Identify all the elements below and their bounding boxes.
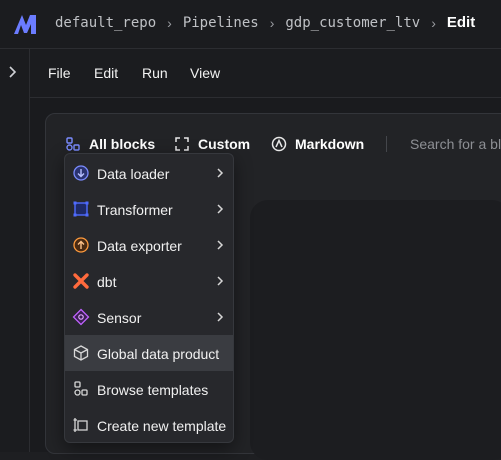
markdown-label: Markdown: [295, 136, 365, 152]
menu-run[interactable]: Run: [142, 65, 168, 81]
dropdown-item-label: Data exporter: [97, 238, 182, 254]
dropdown-item-transformer[interactable]: Transformer: [65, 191, 233, 227]
all-blocks-dropdown: Data loader Transformer Data exporter db…: [64, 153, 234, 443]
block-search-input[interactable]: Search for a bl: [410, 136, 501, 152]
data-loader-icon: [73, 165, 89, 181]
transformer-icon: [73, 201, 89, 217]
dropdown-item-dbt[interactable]: dbt: [65, 263, 233, 299]
dropdown-item-label: Sensor: [97, 310, 142, 326]
dropdown-item-label: dbt: [97, 274, 117, 290]
sensor-icon: [72, 308, 90, 326]
block-preview-area: [250, 200, 501, 460]
breadcrumb: default_repo › Pipelines › gdp_customer_…: [55, 14, 475, 31]
dropdown-item-browse-templates[interactable]: Browse templates: [65, 371, 233, 407]
chevron-right-icon: [217, 204, 224, 214]
menu-file[interactable]: File: [48, 65, 71, 81]
chevron-right-icon: [217, 312, 224, 322]
chevron-right-icon: ›: [167, 14, 172, 31]
menu-bar: File Edit Run View: [30, 49, 501, 98]
chevron-right-icon: ›: [431, 14, 436, 31]
all-blocks-button[interactable]: All blocks: [65, 136, 155, 152]
dropdown-item-label: Data loader: [97, 166, 170, 182]
chevron-right-icon[interactable]: [6, 65, 20, 79]
custom-label: Custom: [198, 136, 251, 152]
dropdown-item-data-loader[interactable]: Data loader: [65, 155, 233, 191]
markdown-icon: [271, 136, 287, 152]
custom-block-icon: [175, 137, 189, 151]
breadcrumb-repo[interactable]: default_repo: [55, 15, 156, 31]
breadcrumb-current: Edit: [446, 14, 476, 31]
left-sidebar: [0, 49, 30, 452]
chevron-right-icon: [217, 168, 224, 178]
dbt-icon: [73, 273, 89, 289]
markdown-block-button[interactable]: Markdown: [271, 136, 364, 152]
breadcrumb-pipeline[interactable]: gdp_customer_ltv: [285, 15, 420, 31]
custom-block-button[interactable]: Custom: [174, 136, 250, 152]
dropdown-item-sensor[interactable]: Sensor: [65, 299, 233, 335]
data-exporter-icon: [73, 237, 89, 253]
dropdown-item-label: Browse templates: [97, 382, 209, 398]
breadcrumb-pipelines[interactable]: Pipelines: [183, 15, 259, 31]
app-header: default_repo › Pipelines › gdp_customer_…: [0, 0, 501, 49]
templates-icon: [74, 381, 88, 396]
chevron-right-icon: ›: [269, 14, 275, 31]
dropdown-item-label: Global data product: [97, 346, 220, 362]
toolbar-divider: [386, 136, 387, 152]
menu-edit[interactable]: Edit: [94, 65, 118, 81]
cube-icon: [73, 345, 89, 361]
dropdown-item-data-exporter[interactable]: Data exporter: [65, 227, 233, 263]
menu-view[interactable]: View: [190, 65, 220, 81]
dropdown-item-create-new-template[interactable]: Create new template: [65, 407, 233, 442]
dropdown-item-label: Transformer: [97, 202, 173, 218]
blocks-icon: [66, 137, 80, 151]
chevron-right-icon: [217, 276, 224, 286]
all-blocks-label: All blocks: [89, 136, 156, 152]
dropdown-item-label: Create new template: [97, 418, 227, 434]
mage-logo-icon[interactable]: [12, 12, 40, 36]
new-template-icon: [73, 418, 88, 432]
dropdown-item-global-data-product[interactable]: Global data product: [65, 335, 233, 371]
chevron-right-icon: [217, 240, 224, 250]
